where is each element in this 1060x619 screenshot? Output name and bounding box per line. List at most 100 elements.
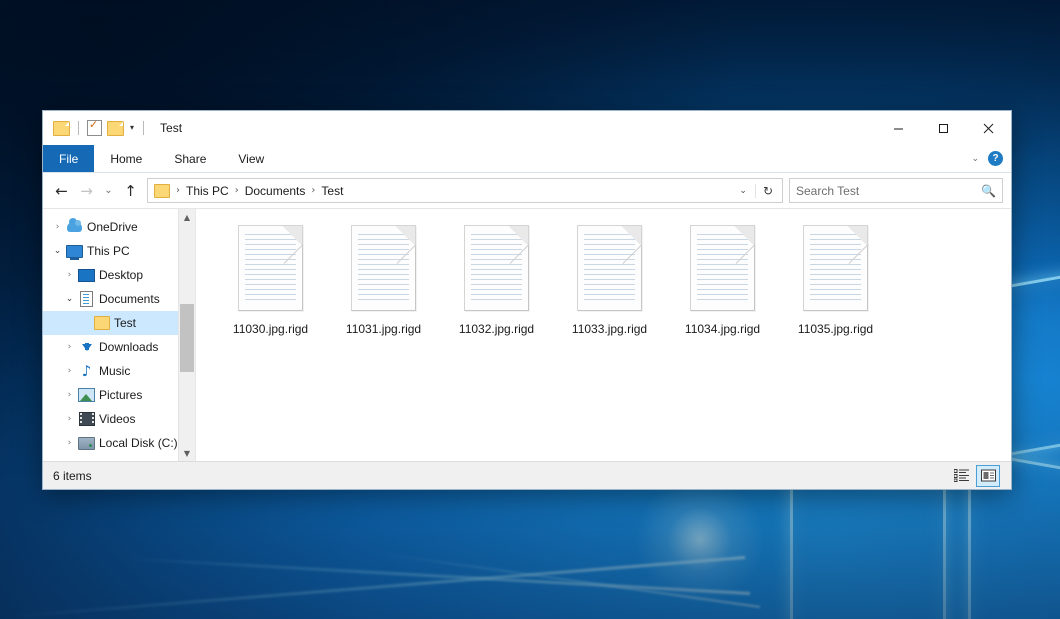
- back-button[interactable]: ←: [49, 178, 74, 204]
- tab-view[interactable]: View: [222, 145, 280, 172]
- list-item[interactable]: 11035.jpg.rigd: [779, 223, 892, 353]
- ribbon-tab-bar: File Home Share View ⌄ ?: [43, 145, 1011, 173]
- sidebar-item-label: Documents: [99, 292, 160, 306]
- list-item[interactable]: 11031.jpg.rigd: [327, 223, 440, 353]
- file-list-view[interactable]: 11030.jpg.rigd 11031.jpg.rigd 11032.jpg.…: [196, 209, 1011, 461]
- pc-icon: [66, 245, 83, 258]
- sidebar-item-onedrive[interactable]: › OneDrive: [43, 215, 195, 239]
- expander-chevron-icon[interactable]: ›: [61, 270, 78, 280]
- breadcrumb-test[interactable]: Test: [321, 184, 343, 198]
- tab-file[interactable]: File: [43, 145, 94, 172]
- up-button[interactable]: ↑: [118, 178, 143, 204]
- minimize-button[interactable]: [876, 111, 921, 145]
- scroll-up-icon[interactable]: ▲: [179, 209, 195, 225]
- search-icon[interactable]: 🔍: [981, 184, 996, 198]
- file-name-label: 11032.jpg.rigd: [459, 322, 534, 336]
- window-body: › OneDrive ⌄ This PC › Desktop: [43, 208, 1011, 461]
- sidebar-item-music[interactable]: › ♪ Music: [43, 359, 195, 383]
- disk-icon: [78, 437, 95, 450]
- cloud-icon: [66, 222, 83, 232]
- expander-chevron-icon[interactable]: ›: [61, 342, 78, 352]
- customize-chevron-icon[interactable]: ▾: [129, 124, 135, 132]
- address-bar-row: ← → ⌄ ↑ › This PC › Documents › Test ⌄ ↻…: [43, 173, 1011, 208]
- breadcrumb-separator-1: ›: [229, 185, 245, 196]
- status-bar: 6 items: [43, 461, 1011, 489]
- quick-access-toolbar: ▾ Test: [43, 120, 182, 136]
- breadcrumb-this-pc[interactable]: This PC: [186, 184, 229, 198]
- recent-locations-button[interactable]: ⌄: [99, 178, 118, 204]
- desktop: ▾ Test File Home Share View: [0, 0, 1060, 619]
- address-bar[interactable]: › This PC › Documents › Test ⌄ ↻: [147, 178, 783, 203]
- search-input[interactable]: Search Test: [796, 184, 981, 198]
- properties-icon[interactable]: [87, 120, 102, 136]
- search-box[interactable]: Search Test 🔍: [789, 178, 1003, 203]
- pictures-icon: [78, 388, 95, 402]
- scrollbar-thumb[interactable]: [180, 304, 194, 372]
- expander-chevron-icon[interactable]: ›: [61, 414, 78, 424]
- tab-home[interactable]: Home: [94, 145, 158, 172]
- large-icons-view-button[interactable]: [976, 465, 1000, 487]
- expand-ribbon-chevron-icon[interactable]: ⌄: [971, 153, 979, 164]
- expander-chevron-icon[interactable]: ›: [49, 222, 66, 232]
- list-item[interactable]: 11032.jpg.rigd: [440, 223, 553, 353]
- navigation-pane: › OneDrive ⌄ This PC › Desktop: [43, 209, 196, 461]
- sidebar-item-local-disk-c[interactable]: › Local Disk (C:): [43, 431, 195, 455]
- breadcrumb-documents[interactable]: Documents: [245, 184, 306, 198]
- navigation-tree: › OneDrive ⌄ This PC › Desktop: [43, 209, 195, 461]
- scroll-down-icon[interactable]: ▼: [179, 445, 195, 461]
- expander-chevron-icon[interactable]: ›: [61, 390, 78, 400]
- download-icon: [78, 344, 95, 351]
- refresh-icon[interactable]: ↻: [755, 184, 780, 198]
- navigation-scrollbar[interactable]: ▲ ▼: [178, 209, 195, 461]
- generic-document-icon: [238, 225, 303, 311]
- sidebar-item-documents[interactable]: ⌄ Documents: [43, 287, 195, 311]
- view-mode-buttons: [949, 465, 1007, 487]
- videos-icon: [78, 412, 95, 426]
- folder-icon: [93, 316, 110, 330]
- generic-document-icon: [351, 225, 416, 311]
- item-count-label: 6 items: [53, 469, 92, 483]
- close-button[interactable]: [966, 111, 1011, 145]
- address-history-chevron-icon[interactable]: ⌄: [731, 185, 755, 196]
- file-name-label: 11033.jpg.rigd: [572, 322, 647, 336]
- sidebar-item-label: Music: [99, 364, 130, 378]
- sidebar-item-label: This PC: [87, 244, 130, 258]
- scrollbar-track[interactable]: [179, 225, 195, 445]
- expander-chevron-icon[interactable]: ›: [61, 438, 78, 448]
- sidebar-item-label: Pictures: [99, 388, 142, 402]
- sidebar-item-downloads[interactable]: › Downloads: [43, 335, 195, 359]
- qat-divider-1: [78, 121, 79, 135]
- sidebar-item-label: OneDrive: [87, 220, 138, 234]
- tab-share[interactable]: Share: [158, 145, 222, 172]
- sidebar-item-pictures[interactable]: › Pictures: [43, 383, 195, 407]
- breadcrumb-separator-2: ›: [305, 185, 321, 196]
- folder-icon[interactable]: [53, 121, 70, 136]
- file-explorer-window: ▾ Test File Home Share View: [42, 110, 1012, 490]
- ribbon-right-controls: ⌄ ?: [971, 145, 1011, 172]
- expander-chevron-icon[interactable]: ›: [61, 366, 78, 376]
- generic-document-icon: [577, 225, 642, 311]
- expander-chevron-icon[interactable]: ⌄: [49, 246, 66, 256]
- generic-document-icon: [803, 225, 868, 311]
- file-name-label: 11034.jpg.rigd: [685, 322, 760, 336]
- help-icon[interactable]: ?: [988, 151, 1003, 166]
- list-item[interactable]: 11030.jpg.rigd: [214, 223, 327, 353]
- list-item[interactable]: 11034.jpg.rigd: [666, 223, 779, 353]
- file-name-label: 11030.jpg.rigd: [233, 322, 308, 336]
- sidebar-item-videos[interactable]: › Videos: [43, 407, 195, 431]
- sidebar-item-test[interactable]: Test: [43, 311, 195, 335]
- document-icon: [78, 291, 95, 307]
- maximize-button[interactable]: [921, 111, 966, 145]
- expander-chevron-icon[interactable]: ⌄: [61, 294, 78, 304]
- music-icon: ♪: [78, 364, 95, 379]
- file-name-label: 11031.jpg.rigd: [346, 322, 421, 336]
- sidebar-item-this-pc[interactable]: ⌄ This PC: [43, 239, 195, 263]
- sidebar-item-label: Test: [114, 316, 136, 330]
- details-view-button[interactable]: [949, 465, 973, 487]
- forward-button[interactable]: →: [74, 178, 99, 204]
- new-folder-icon[interactable]: [107, 121, 124, 136]
- sidebar-item-desktop[interactable]: › Desktop: [43, 263, 195, 287]
- breadcrumb-separator-0: ›: [170, 185, 186, 196]
- breadcrumb-folder-icon[interactable]: [154, 184, 170, 198]
- list-item[interactable]: 11033.jpg.rigd: [553, 223, 666, 353]
